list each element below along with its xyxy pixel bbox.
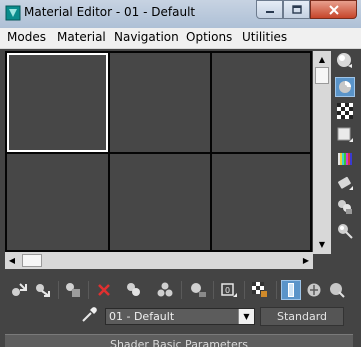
video-color-check-icon <box>338 153 352 165</box>
vertical-scroll-thumb[interactable] <box>315 67 329 84</box>
scroll-right-arrow-icon[interactable]: ▶ <box>299 252 313 269</box>
copy-material-icon <box>127 283 140 296</box>
toolbar-separator <box>181 281 182 299</box>
shader-basic-parameters-rollout[interactable]: Shader Basic Parameters <box>5 334 353 347</box>
reset-map-icon <box>98 284 110 296</box>
rollout-title: Shader Basic Parameters <box>109 338 249 347</box>
go-forward-sibling-button[interactable] <box>327 280 347 300</box>
menu-bar: Modes Material Navigation Options Utilit… <box>0 28 361 49</box>
material-name-value: 01 - Default <box>109 310 175 323</box>
assign-to-selection-button[interactable] <box>63 280 83 300</box>
sample-slot-1[interactable] <box>7 53 108 152</box>
assign-to-selection-icon <box>66 283 80 297</box>
eyedropper-icon <box>82 307 97 322</box>
put-to-scene-button[interactable] <box>33 280 53 300</box>
make-preview-button[interactable] <box>335 173 355 193</box>
select-by-material-icon <box>338 224 353 239</box>
toolbar-separator <box>244 281 245 299</box>
menu-modes[interactable]: Modes <box>7 30 46 44</box>
side-toolbar <box>333 51 359 256</box>
material-id-channel-icon: 0 <box>221 283 237 297</box>
show-end-result-icon <box>288 283 294 297</box>
get-material-button[interactable] <box>9 280 29 300</box>
pick-material-from-object-button[interactable] <box>80 306 98 324</box>
put-to-scene-icon <box>36 284 50 297</box>
get-material-icon <box>12 283 27 296</box>
material-name-dropdown[interactable]: 01 - Default ▼ <box>105 308 255 325</box>
sample-type-button[interactable] <box>335 51 355 71</box>
backlight-icon <box>339 81 351 93</box>
slots-horizontal-scrollbar[interactable]: ◀ ▶ <box>5 252 313 269</box>
put-to-library-icon <box>191 283 206 297</box>
select-by-material-button[interactable] <box>335 221 355 241</box>
toolbar-separator <box>276 281 277 299</box>
material-id-options-button[interactable] <box>335 197 355 217</box>
slots-vertical-scrollbar[interactable]: ▲ ▼ <box>313 51 331 254</box>
sample-uv-tiling-button[interactable] <box>335 125 355 145</box>
minimize-button[interactable] <box>256 0 283 19</box>
go-forward-sibling-icon <box>330 283 345 298</box>
copy-material-button[interactable] <box>124 280 144 300</box>
toolbar-separator <box>88 281 89 299</box>
video-color-check-button[interactable] <box>335 149 355 169</box>
scroll-up-arrow-icon[interactable]: ▲ <box>313 51 331 67</box>
sample-type-sphere-icon <box>337 53 352 68</box>
go-to-parent-icon <box>307 283 321 297</box>
menu-utilities[interactable]: Utilities <box>242 30 287 44</box>
sample-slot-3[interactable] <box>212 53 310 152</box>
title-bar[interactable]: Material Editor - 01 - Default <box>0 0 361 28</box>
material-id-channel-button[interactable]: 0 <box>219 280 239 300</box>
background-checker-icon <box>337 103 353 119</box>
menu-material[interactable]: Material <box>57 30 106 44</box>
go-to-parent-button[interactable] <box>304 280 324 300</box>
close-button[interactable] <box>310 0 357 19</box>
chevron-down-icon[interactable]: ▼ <box>238 309 254 324</box>
toolbar-separator <box>213 281 214 299</box>
close-icon <box>328 4 339 15</box>
sample-uv-tiling-icon <box>337 127 353 142</box>
app-icon <box>5 5 21 21</box>
svg-text:0: 0 <box>225 286 230 295</box>
sample-slots-grid <box>5 51 312 252</box>
sample-slot-4[interactable] <box>7 154 108 250</box>
window-title: Material Editor - 01 - Default <box>24 5 196 19</box>
horizontal-scroll-thumb[interactable] <box>22 254 42 267</box>
toolbar-separator <box>58 281 59 299</box>
make-unique-button[interactable] <box>155 280 175 300</box>
put-to-library-button[interactable] <box>188 280 208 300</box>
show-shaded-button[interactable] <box>250 280 270 300</box>
material-id-options-icon <box>338 200 352 214</box>
reset-map-button[interactable] <box>94 280 114 300</box>
maximize-button[interactable] <box>283 0 310 19</box>
make-preview-icon <box>338 176 353 190</box>
sample-slot-5[interactable] <box>110 154 210 250</box>
maximize-icon <box>291 4 302 14</box>
menu-options[interactable]: Options <box>186 30 232 44</box>
menu-navigation[interactable]: Navigation <box>114 30 179 44</box>
sample-slot-2[interactable] <box>110 53 210 152</box>
minimize-icon <box>265 10 274 13</box>
material-type-button[interactable]: Standard <box>260 307 344 326</box>
bottom-toolbar: 0 <box>0 278 361 302</box>
background-button[interactable] <box>335 101 355 121</box>
scroll-left-arrow-icon[interactable]: ◀ <box>5 252 19 269</box>
make-unique-icon <box>157 282 173 297</box>
sample-slot-6[interactable] <box>212 154 310 250</box>
show-end-result-button[interactable] <box>281 280 301 300</box>
backlight-button[interactable] <box>335 77 355 97</box>
show-shaded-icon <box>252 282 267 297</box>
scroll-down-arrow-icon[interactable]: ▼ <box>313 236 331 252</box>
